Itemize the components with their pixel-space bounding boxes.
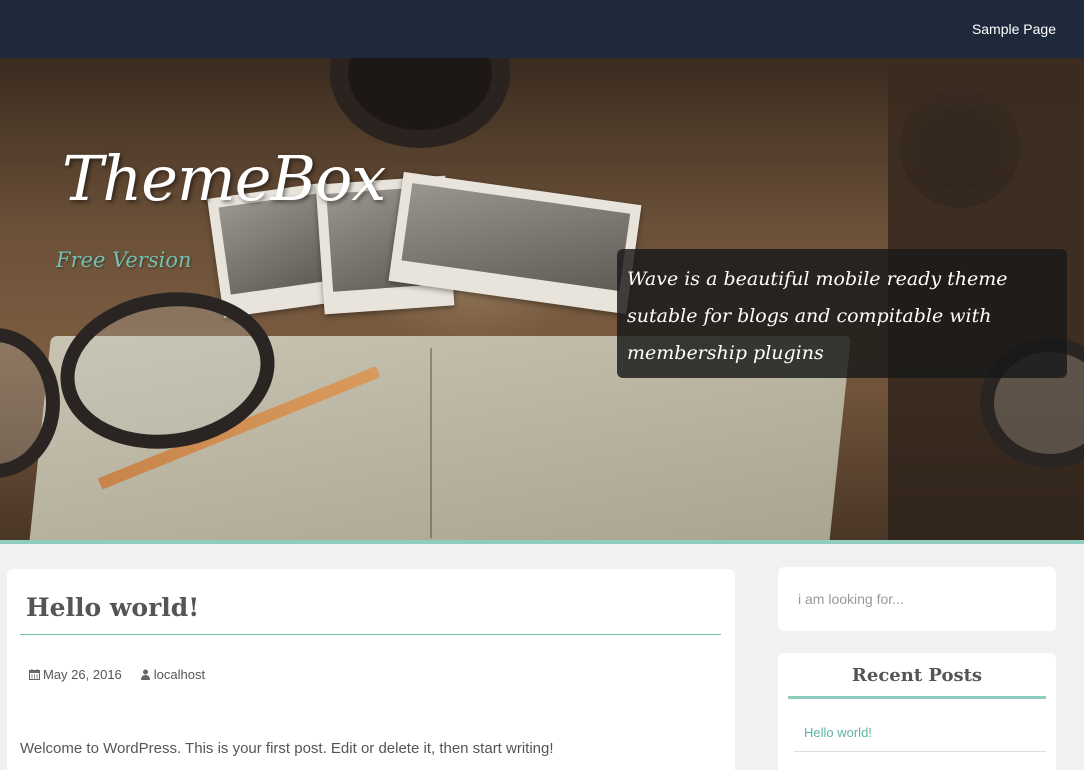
user-icon [140,669,150,680]
camera-lens-decoration [330,58,510,148]
calendar-icon [29,669,40,680]
search-widget [778,567,1056,631]
recent-post-divider [794,751,1046,752]
tagline-box: Wave is a beautiful mobile ready theme s… [617,249,1067,378]
post-title-link[interactable]: Hello world! [26,593,199,622]
recent-posts-widget: Recent Posts Hello world! [778,653,1056,770]
post-meta: May 26, 2016 localhost [29,667,205,682]
post-excerpt: Welcome to WordPress. This is your first… [20,740,554,757]
search-input[interactable] [790,583,1044,615]
recent-posts-title: Recent Posts [851,665,983,686]
top-navigation-bar: Sample Page [0,0,1084,58]
post-author-link[interactable]: localhost [154,667,205,682]
post-card: Hello world! May 26, 2016 localhost Welc… [7,569,735,770]
recent-posts-divider [788,696,1046,699]
notebook-fold-decoration [430,348,432,538]
nav-link-sample-page[interactable]: Sample Page [972,21,1056,37]
site-title[interactable]: ThemeBox [62,142,386,215]
site-subtitle: Free Version [56,248,192,272]
post-date-link[interactable]: May 26, 2016 [43,667,122,682]
recent-post-link[interactable]: Hello world! [804,725,872,740]
post-title-divider [20,634,721,635]
hero-header: ThemeBox Free Version Wave is a beautifu… [0,58,1084,540]
hero-divider [0,540,1084,544]
tagline-text: Wave is a beautiful mobile ready theme s… [627,268,1008,364]
